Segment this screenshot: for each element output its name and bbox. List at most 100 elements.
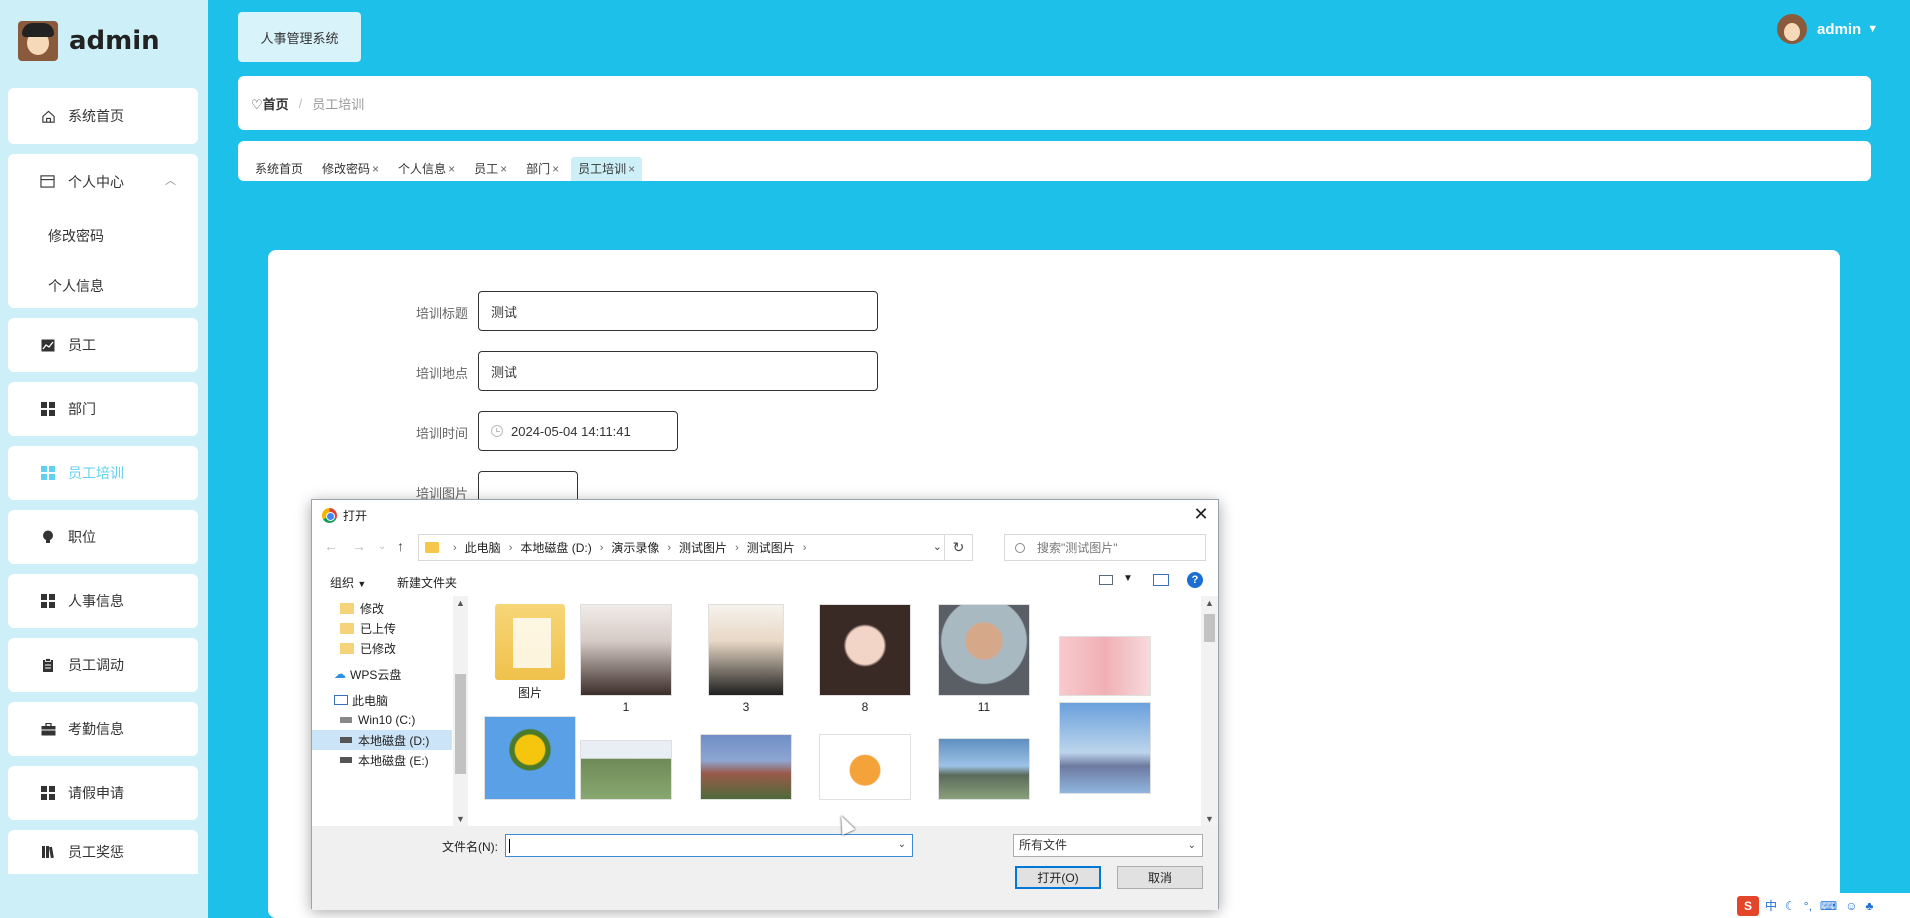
help-icon[interactable]: ? — [1187, 572, 1203, 588]
nav-item-drive-c[interactable]: Win10 (C:) — [340, 710, 415, 730]
navigation-scrollbar[interactable]: ▲ ▼ — [453, 596, 468, 826]
nav-label: 已修改 — [360, 641, 397, 656]
filetype-select[interactable]: 所有文件 ⌄ — [1013, 834, 1203, 857]
path-segment[interactable]: 测试图片 — [679, 539, 727, 556]
time-label: 培训时间 — [415, 426, 468, 441]
nav-label: 本地磁盘 (D:) — [358, 733, 430, 748]
sidebar-item-leave[interactable]: 请假申请 — [8, 766, 198, 820]
close-icon[interactable]: × — [552, 162, 559, 176]
file-item[interactable] — [817, 716, 913, 800]
address-dropdown-icon[interactable]: ⌄ — [933, 540, 942, 553]
ime-toolbar[interactable]: S 中 ☾ °, ⌨ ☺ ♣ — [1735, 893, 1910, 918]
scroll-up-icon[interactable]: ▲ — [1205, 598, 1214, 608]
sidebar-item-department[interactable]: 部门 — [8, 382, 198, 436]
nav-item-folder[interactable]: 修改 — [340, 598, 384, 618]
system-title-button[interactable]: 人事管理系统 — [238, 12, 361, 62]
forward-icon[interactable]: → — [352, 538, 366, 554]
sidebar-item-employee[interactable]: 员工 — [8, 318, 198, 372]
tab-change-password[interactable]: 修改密码 × — [315, 157, 386, 181]
new-folder-button[interactable]: 新建文件夹 — [397, 574, 457, 591]
tab-home[interactable]: 系统首页 — [248, 157, 310, 181]
dialog-titlebar: 打开 — [312, 500, 1218, 530]
history-chevron-icon[interactable]: ⌄ — [378, 541, 386, 552]
nav-item-drive-e[interactable]: 本地磁盘 (E:) — [340, 750, 429, 770]
tab-training[interactable]: 员工培训 × — [571, 157, 643, 181]
file-item[interactable]: 8 — [817, 604, 913, 714]
caret-down-icon[interactable]: ▼ — [1123, 573, 1133, 584]
sidebar-item-label: 员工培训 — [68, 465, 124, 481]
photo-thumbnail — [708, 604, 784, 696]
sidebar-item-label: 员工 — [68, 337, 96, 353]
user-menu[interactable]: admin ▼ — [1777, 14, 1878, 44]
file-item[interactable]: 1 — [578, 604, 674, 714]
close-icon[interactable]: × — [628, 162, 635, 176]
sidebar-group-personal-header[interactable]: 个人中心 — [40, 172, 124, 192]
brand-name: admin — [69, 26, 160, 56]
filename-input[interactable]: ⌄ — [505, 834, 913, 857]
file-item[interactable]: 11 — [936, 604, 1032, 714]
sidebar-item-training[interactable]: 员工培训 — [8, 446, 198, 500]
close-icon[interactable]: × — [448, 162, 455, 176]
time-picker[interactable]: 2024-05-04 14:11:41 — [478, 411, 678, 451]
cancel-button[interactable]: 取消 — [1117, 866, 1203, 889]
file-item[interactable]: 图片 — [482, 604, 578, 701]
sidebar-item-position[interactable]: 职位 — [8, 510, 198, 564]
scroll-thumb[interactable] — [1204, 614, 1215, 642]
nav-item-folder[interactable]: 已上传 — [340, 618, 396, 638]
close-icon[interactable]: × — [372, 162, 379, 176]
grid-icon — [40, 593, 56, 609]
organize-button[interactable]: 组织 ▼ — [330, 574, 366, 591]
sidebar-item-personal-info[interactable]: 个人信息 — [48, 276, 104, 296]
tab-personal-info[interactable]: 个人信息 × — [391, 157, 462, 181]
location-input[interactable]: 测试 — [478, 351, 878, 391]
nav-item-wps-cloud[interactable]: ☁ WPS云盘 — [334, 664, 401, 684]
file-item[interactable]: 12 — [1057, 604, 1153, 714]
keyboard-icon: ⌨ — [1819, 898, 1838, 913]
sidebar-item-home[interactable]: 系统首页 — [8, 88, 198, 144]
scroll-down-icon[interactable]: ▼ — [456, 814, 465, 824]
sidebar-item-rewards[interactable]: 员工奖惩 — [8, 830, 198, 874]
view-mode-icon[interactable] — [1099, 575, 1113, 585]
tab-employee[interactable]: 员工 × — [467, 157, 514, 181]
file-item[interactable] — [1057, 702, 1153, 794]
close-icon[interactable]: × — [500, 162, 507, 176]
file-item[interactable] — [698, 716, 794, 800]
file-item[interactable] — [482, 716, 578, 800]
scroll-down-icon[interactable]: ▼ — [1205, 814, 1214, 824]
sidebar-item-transfer[interactable]: 员工调动 — [8, 638, 198, 692]
breadcrumb-home[interactable]: ♡首页 — [251, 94, 289, 113]
sidebar-item-attendance[interactable]: 考勤信息 — [8, 702, 198, 756]
sidebar-item-hr-info[interactable]: 人事信息 — [8, 574, 198, 628]
open-button[interactable]: 打开(O) — [1015, 866, 1101, 889]
path-segment[interactable]: 测试图片 — [747, 539, 795, 556]
grid-icon — [40, 785, 56, 801]
file-grid: 图片 1 3 8 11 12 — [472, 598, 1200, 824]
back-icon[interactable]: ← — [324, 538, 338, 554]
search-box[interactable]: 搜索"测试图片" — [1004, 534, 1206, 561]
dialog-close-button[interactable]: ✕ — [1184, 500, 1218, 528]
punctuation-icon: °, — [1803, 898, 1812, 913]
sidebar-item-label: 人事信息 — [68, 593, 124, 609]
file-item[interactable] — [578, 716, 674, 800]
path-segment[interactable]: 本地磁盘 (D:) — [520, 539, 591, 556]
refresh-icon[interactable]: ↻ — [944, 535, 972, 560]
file-item[interactable] — [936, 716, 1032, 800]
preview-pane-icon[interactable] — [1153, 574, 1169, 586]
sidebar-item-change-password[interactable]: 修改密码 — [48, 226, 104, 246]
scroll-thumb[interactable] — [455, 674, 466, 774]
dialog-toolbar: 组织 ▼ 新建文件夹 ▼ ? — [312, 564, 1218, 596]
nav-item-drive-d[interactable]: 本地磁盘 (D:) — [312, 730, 452, 750]
path-segment[interactable]: 演示录像 — [611, 539, 659, 556]
nav-item-this-pc[interactable]: 此电脑 — [334, 690, 388, 710]
address-bar[interactable]: › 此电脑 › 本地磁盘 (D:) › 演示录像 › 测试图片 › 测试图片 ›… — [418, 534, 973, 561]
chevron-down-icon[interactable]: ⌄ — [898, 839, 906, 850]
path-segment[interactable]: 此电脑 — [465, 539, 501, 556]
photo-thumbnail — [700, 734, 792, 800]
file-item[interactable]: 3 — [698, 604, 794, 714]
tab-department[interactable]: 部门 × — [519, 157, 566, 181]
scroll-up-icon[interactable]: ▲ — [456, 598, 465, 608]
title-input[interactable]: 测试 — [478, 291, 878, 331]
up-icon[interactable]: ↑ — [397, 538, 404, 554]
file-grid-scrollbar[interactable]: ▲ ▼ — [1201, 596, 1218, 826]
nav-item-folder[interactable]: 已修改 — [340, 638, 396, 658]
